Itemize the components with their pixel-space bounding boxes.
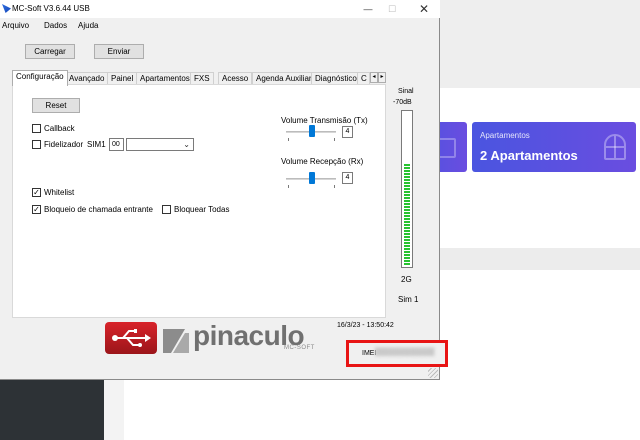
- brand-subtitle: MC-SOFT: [284, 345, 315, 351]
- signal-segment: [404, 191, 410, 193]
- signal-segment: [404, 263, 410, 265]
- signal-segment: [404, 182, 410, 184]
- tab-scroll-left-button[interactable]: ◂: [370, 72, 378, 83]
- datetime-display: 16/3/23 - 13:50:42: [337, 322, 394, 329]
- signal-segment: [404, 260, 410, 262]
- menu-ajuda[interactable]: Ajuda: [78, 21, 98, 30]
- signal-segment: [404, 257, 410, 259]
- imei-highlight: IMEI ████████████: [346, 340, 448, 367]
- signal-segment: [404, 242, 410, 244]
- volume-rx-tick: [334, 185, 335, 188]
- whitelist-checkbox[interactable]: ✓: [32, 188, 41, 197]
- menu-dados[interactable]: Dados: [44, 21, 67, 30]
- signal-network: 2G: [401, 275, 412, 284]
- signal-segment: [404, 221, 410, 223]
- tab-configuracao[interactable]: Configuração: [12, 70, 68, 86]
- apartments-card-value: 2 Apartamentos: [480, 148, 578, 163]
- mcsoft-window: MC-Soft V3.6.44 USB — ☐ ✕ Arquivo Dados …: [0, 0, 440, 380]
- signal-segment: [404, 170, 410, 172]
- sim-value-field[interactable]: 00: [109, 138, 124, 151]
- signal-segment: [404, 197, 410, 199]
- usb-logo: [105, 322, 157, 354]
- signal-segment: [404, 176, 410, 178]
- tab-strip: Configuração Avançado Painel Apartamento…: [12, 70, 387, 86]
- signal-segment: [404, 209, 410, 211]
- signal-title: Sinal: [398, 88, 414, 95]
- whitelist-label: Whitelist: [44, 188, 75, 197]
- fidelizador-checkbox[interactable]: [32, 140, 41, 149]
- title-bar[interactable]: MC-Soft V3.6.44 USB — ☐ ✕: [0, 0, 440, 18]
- background-divider: [440, 248, 640, 270]
- signal-segment: [404, 164, 410, 166]
- signal-segment: [404, 200, 410, 202]
- signal-segment: [404, 206, 410, 208]
- maximize-button[interactable]: ☐: [380, 0, 404, 18]
- background-sidebar: [0, 378, 104, 440]
- apartments-card[interactable]: Apartamentos 2 Apartamentos: [472, 122, 636, 172]
- fidelizador-label: Fidelizador: [44, 140, 84, 149]
- signal-segment: [404, 218, 410, 220]
- volume-rx-tick: [288, 185, 289, 188]
- app-icon: [2, 4, 11, 13]
- tab-scroll-right-button[interactable]: ▸: [378, 72, 386, 83]
- signal-segment: [404, 245, 410, 247]
- signal-segment: [404, 236, 410, 238]
- window-title: MC-Soft V3.6.44 USB: [12, 4, 90, 13]
- pinaculo-mark-icon: [163, 329, 189, 353]
- minimize-button[interactable]: —: [356, 0, 380, 18]
- volume-rx-value[interactable]: 4: [342, 172, 353, 184]
- volume-tx-tick: [334, 138, 335, 141]
- background-gap: [104, 378, 124, 440]
- signal-segment: [404, 188, 410, 190]
- signal-sim: Sim 1: [398, 295, 419, 304]
- close-button[interactable]: ✕: [412, 0, 436, 18]
- signal-segment: [404, 194, 410, 196]
- bloquear-todas-label: Bloquear Todas: [174, 205, 230, 214]
- signal-segment: [404, 230, 410, 232]
- load-button[interactable]: Carregar: [25, 44, 75, 59]
- volume-tx-value[interactable]: 4: [342, 126, 353, 138]
- signal-db: -70dB: [393, 99, 412, 106]
- signal-segment: [404, 185, 410, 187]
- usb-icon: [112, 329, 151, 347]
- signal-segment: [404, 215, 410, 217]
- signal-segment: [404, 203, 410, 205]
- apartments-card-label: Apartamentos: [480, 131, 530, 140]
- signal-segment: [404, 254, 410, 256]
- volume-tx-tick: [288, 138, 289, 141]
- bloquear-todas-checkbox[interactable]: [162, 205, 171, 214]
- signal-segment: [404, 248, 410, 250]
- volume-rx-label: Volume Recepção (Rx): [281, 157, 364, 166]
- signal-segment: [404, 212, 410, 214]
- reset-button[interactable]: Reset: [32, 98, 80, 113]
- operator-dropdown[interactable]: ⌄: [126, 138, 194, 151]
- volume-tx-label: Volume Transmisão (Tx): [281, 116, 368, 125]
- signal-meter: [401, 110, 413, 268]
- signal-segment: [404, 167, 410, 169]
- bloqueio-checkbox[interactable]: ✓: [32, 205, 41, 214]
- bloqueio-label: Bloqueio de chamada entrante: [44, 205, 153, 214]
- imei-value: ████████████: [375, 349, 435, 356]
- signal-segment: [404, 179, 410, 181]
- signal-segment: [404, 224, 410, 226]
- send-button[interactable]: Enviar: [94, 44, 144, 59]
- menu-arquivo[interactable]: Arquivo: [2, 21, 29, 30]
- signal-segment: [404, 251, 410, 253]
- volume-rx-slider-handle[interactable]: [309, 172, 315, 184]
- tab-scroller: ◂ ▸: [370, 72, 386, 84]
- resize-grip-icon[interactable]: [428, 368, 438, 378]
- signal-segment: [404, 239, 410, 241]
- signal-segment: [404, 227, 410, 229]
- callback-checkbox[interactable]: [32, 124, 41, 133]
- signal-segment: [404, 173, 410, 175]
- signal-segment: [404, 233, 410, 235]
- chevron-down-icon: ⌄: [183, 140, 190, 149]
- callback-label: Callback: [44, 124, 75, 133]
- sim-label: SIM1: [87, 140, 106, 149]
- door-icon: [604, 134, 626, 160]
- volume-tx-slider-handle[interactable]: [309, 125, 315, 137]
